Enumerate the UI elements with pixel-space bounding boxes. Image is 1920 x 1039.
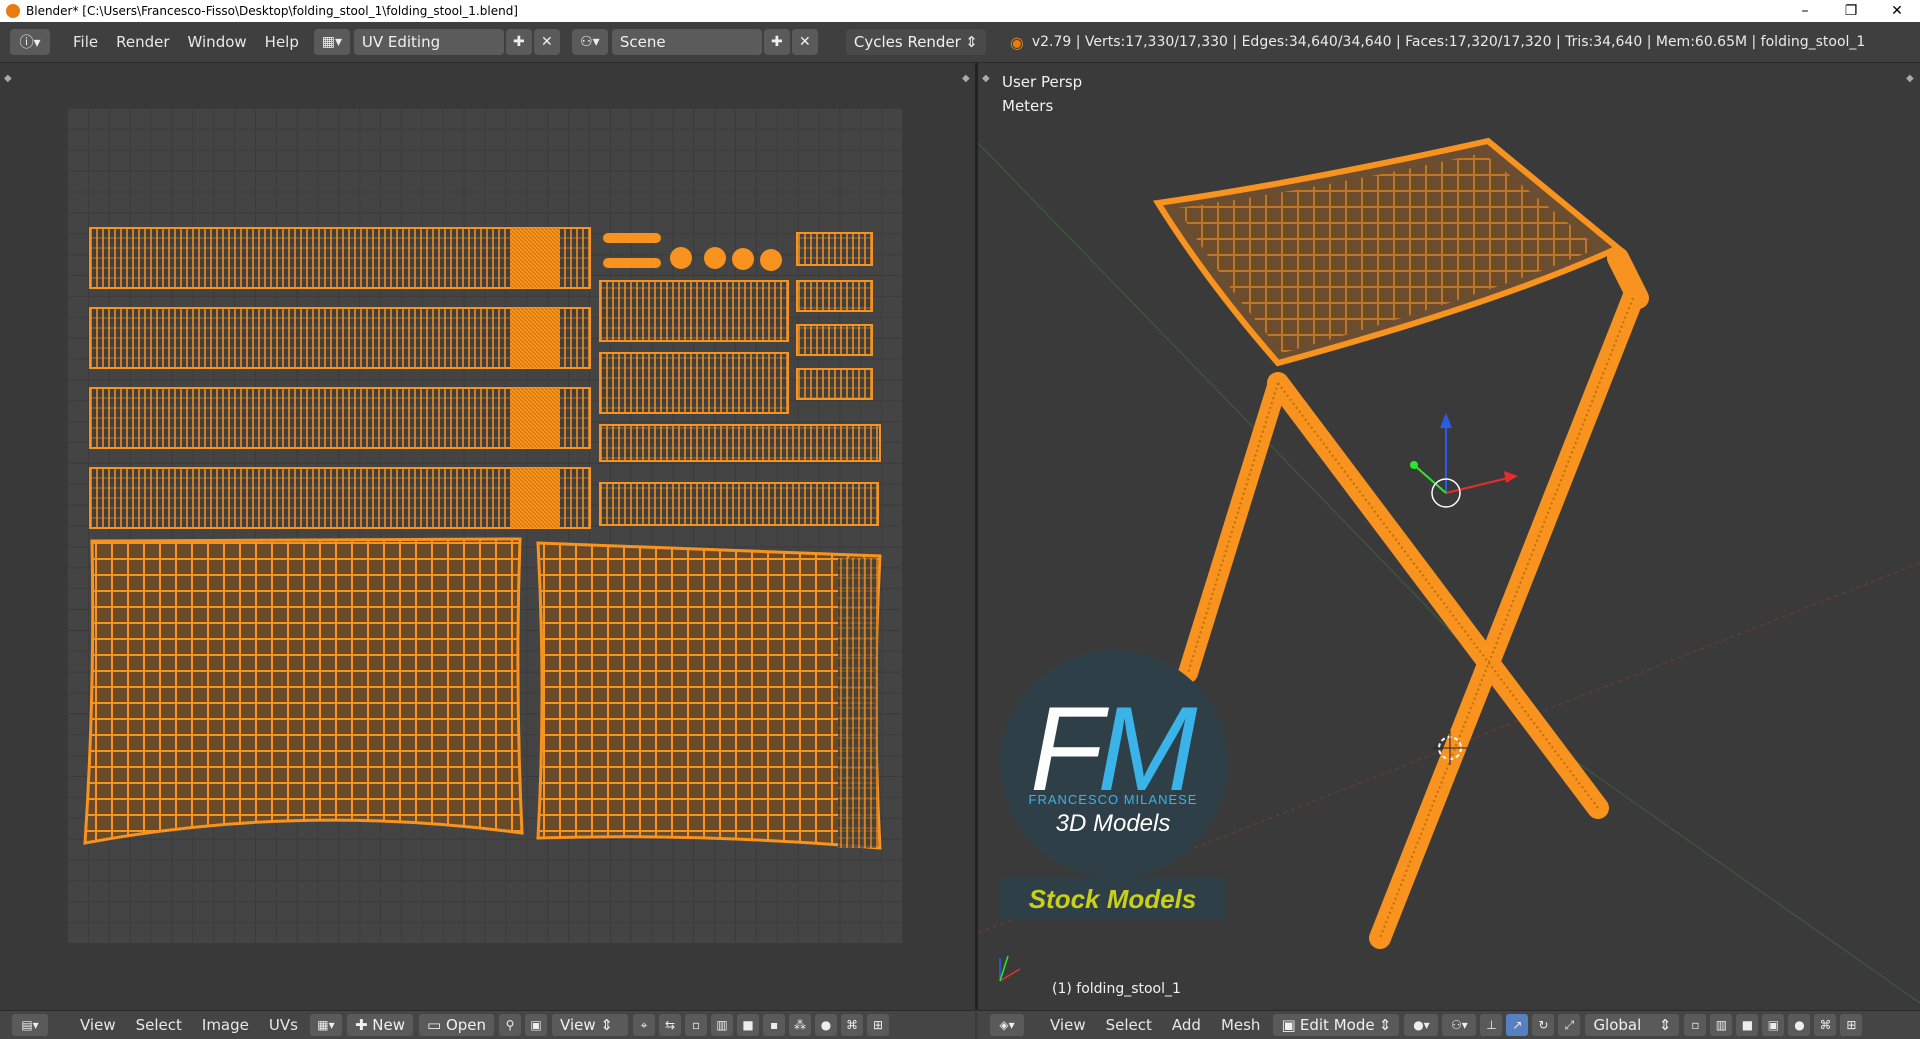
rotate-manipulator-icon[interactable]: ↻ bbox=[1532, 1014, 1555, 1036]
uv-menu-select[interactable]: Select bbox=[126, 1016, 192, 1034]
vp-menu-mesh[interactable]: Mesh bbox=[1211, 1016, 1271, 1034]
blender-logo-icon bbox=[6, 4, 20, 18]
pin-icon[interactable]: ⚲ bbox=[499, 1014, 522, 1036]
folder-icon: ▭ bbox=[427, 1016, 446, 1034]
proportional-edit-icon[interactable]: ● bbox=[815, 1014, 838, 1036]
scale-manipulator-icon[interactable]: ⤢ bbox=[1558, 1014, 1581, 1036]
uv-menu-view[interactable]: View bbox=[70, 1016, 126, 1034]
unit-system: Meters bbox=[1002, 97, 1054, 115]
info-header: ⓘ▾ File Render Window Help ▦▾ UV Editing… bbox=[0, 22, 1920, 63]
vertex-mode-icon[interactable]: ▫ bbox=[1684, 1014, 1707, 1036]
uv-seat-fabric[interactable] bbox=[83, 537, 882, 850]
editor-type-info-icon[interactable]: ⓘ▾ bbox=[10, 29, 50, 55]
occlude-geometry-icon[interactable]: ▣ bbox=[1762, 1014, 1785, 1036]
window-titlebar: Blender* [C:\Users\Francesco-Fisso\Deskt… bbox=[0, 0, 1920, 22]
transform-orientation-select[interactable]: Global ⇕ bbox=[1585, 1014, 1680, 1036]
image-mode-icon[interactable]: ▣ bbox=[525, 1014, 548, 1036]
minimize-button[interactable]: – bbox=[1782, 0, 1828, 22]
menu-render[interactable]: Render bbox=[107, 29, 178, 55]
menu-window[interactable]: Window bbox=[179, 29, 256, 55]
uv-menu-uvs[interactable]: UVs bbox=[259, 1016, 308, 1034]
edge-select-icon[interactable]: ▥ bbox=[711, 1014, 734, 1036]
snap-target-icon[interactable]: ⊞ bbox=[867, 1014, 890, 1036]
snap-element-icon[interactable]: ⌘ bbox=[1814, 1014, 1837, 1036]
blender-version-icon: ◉ bbox=[1009, 32, 1024, 52]
translate-manipulator-icon[interactable]: ↗ bbox=[1506, 1014, 1529, 1036]
close-button[interactable]: ✕ bbox=[1874, 0, 1920, 22]
edit-mode-icon: ▣ bbox=[1281, 1016, 1296, 1034]
uv-image-editor[interactable]: ◆ ◆ bbox=[0, 63, 975, 1010]
snap-target-icon-3d[interactable]: ⊞ bbox=[1840, 1014, 1863, 1036]
add-layout-icon[interactable]: ✚ bbox=[505, 29, 532, 55]
maximize-button[interactable]: ❐ bbox=[1828, 0, 1874, 22]
uv-strip-group[interactable] bbox=[89, 227, 591, 529]
plus-icon: ✚ bbox=[354, 1016, 373, 1034]
uv-editor-footer: ▤▾ View Select Image UVs ▦▾ ✚ New ▭ Open… bbox=[0, 1010, 975, 1039]
pivot-icon[interactable]: ⌖ bbox=[633, 1014, 656, 1036]
scene-name-field[interactable]: Scene bbox=[611, 29, 762, 55]
island-select-icon[interactable]: ▪ bbox=[763, 1014, 786, 1036]
uv-mid-pieces[interactable] bbox=[599, 280, 881, 526]
render-engine-select[interactable]: Cycles Render ⇕ bbox=[845, 29, 986, 55]
viewport-shading-icon[interactable]: ●▾ bbox=[1404, 1014, 1439, 1036]
watermark-tagline: 3D Models bbox=[1055, 810, 1171, 837]
pivot-point-icon[interactable]: ⚇▾ bbox=[1442, 1014, 1477, 1036]
chevron-updown-icon: ⇕ bbox=[965, 33, 978, 51]
remove-layout-icon[interactable]: ✕ bbox=[533, 29, 560, 55]
face-mode-icon[interactable]: ■ bbox=[1736, 1014, 1759, 1036]
image-browse-icon[interactable]: ▦▾ bbox=[309, 1014, 342, 1036]
manipulator-toggle-icon[interactable]: ⊥ bbox=[1480, 1014, 1503, 1036]
vp-menu-view[interactable]: View bbox=[1040, 1016, 1096, 1034]
viewport-footer: ◈▾ View Select Add Mesh ▣ Edit Mode ⇕ ●▾ ⚇… bbox=[978, 1010, 1920, 1039]
sticky-mode-icon[interactable]: ⁂ bbox=[789, 1014, 812, 1036]
snap-icon[interactable]: ⌘ bbox=[841, 1014, 864, 1036]
scene-icon[interactable]: ⚇▾ bbox=[571, 29, 608, 55]
stock-models-banner: Stock Models bbox=[1000, 878, 1225, 920]
window-title: Blender* [C:\Users\Francesco-Fisso\Deskt… bbox=[26, 4, 518, 18]
menu-help[interactable]: Help bbox=[256, 29, 308, 55]
vp-region-toggle-icon[interactable]: ◆ bbox=[982, 73, 990, 84]
proportional-editing-icon[interactable]: ● bbox=[1788, 1014, 1811, 1036]
editor-type-3d-icon[interactable]: ◈▾ bbox=[990, 1014, 1024, 1036]
view-name: User Persp bbox=[1002, 73, 1083, 91]
vp-menu-add[interactable]: Add bbox=[1162, 1016, 1211, 1034]
vertex-select-icon[interactable]: ▫ bbox=[685, 1014, 708, 1036]
uv-region-toggle-icon[interactable]: ◆ bbox=[4, 73, 12, 84]
face-select-icon[interactable]: ■ bbox=[737, 1014, 760, 1036]
chevron-updown-icon: ⇕ bbox=[1378, 1016, 1392, 1034]
watermark-subtitle: FRANCESCO MILANESE bbox=[1028, 792, 1198, 807]
new-image-button[interactable]: ✚ New bbox=[346, 1014, 413, 1036]
add-scene-icon[interactable]: ✚ bbox=[763, 29, 790, 55]
layout-name-field[interactable]: UV Editing bbox=[353, 29, 504, 55]
uv-tool-toggle-icon[interactable]: ◆ bbox=[962, 73, 970, 84]
view-mode-select[interactable]: View ⇕ bbox=[552, 1014, 629, 1036]
edge-mode-icon[interactable]: ▥ bbox=[1710, 1014, 1733, 1036]
vp-tool-toggle-icon[interactable]: ◆ bbox=[1906, 73, 1914, 84]
open-image-button[interactable]: ▭ Open bbox=[419, 1014, 495, 1036]
vp-menu-select[interactable]: Select bbox=[1096, 1016, 1162, 1034]
remove-scene-icon[interactable]: ✕ bbox=[791, 29, 818, 55]
render-engine-label: Cycles Render bbox=[853, 33, 961, 51]
uv-islands[interactable] bbox=[0, 63, 975, 1010]
active-object-label: (1) folding_stool_1 bbox=[1052, 981, 1181, 997]
uv-menu-image[interactable]: Image bbox=[192, 1016, 259, 1034]
scene-stats: v2.79 | Verts:17,330/17,330 | Edges:34,6… bbox=[1031, 34, 1866, 50]
menu-file[interactable]: File bbox=[64, 29, 107, 55]
sync-selection-icon[interactable]: ⇆ bbox=[659, 1014, 682, 1036]
layout-screen-icon[interactable]: ▦▾ bbox=[313, 29, 350, 55]
editor-type-uv-icon[interactable]: ▤▾ bbox=[12, 1014, 48, 1036]
interaction-mode-select[interactable]: ▣ Edit Mode ⇕ bbox=[1273, 1014, 1400, 1036]
chevron-updown-icon: ⇕ bbox=[1658, 1016, 1672, 1034]
